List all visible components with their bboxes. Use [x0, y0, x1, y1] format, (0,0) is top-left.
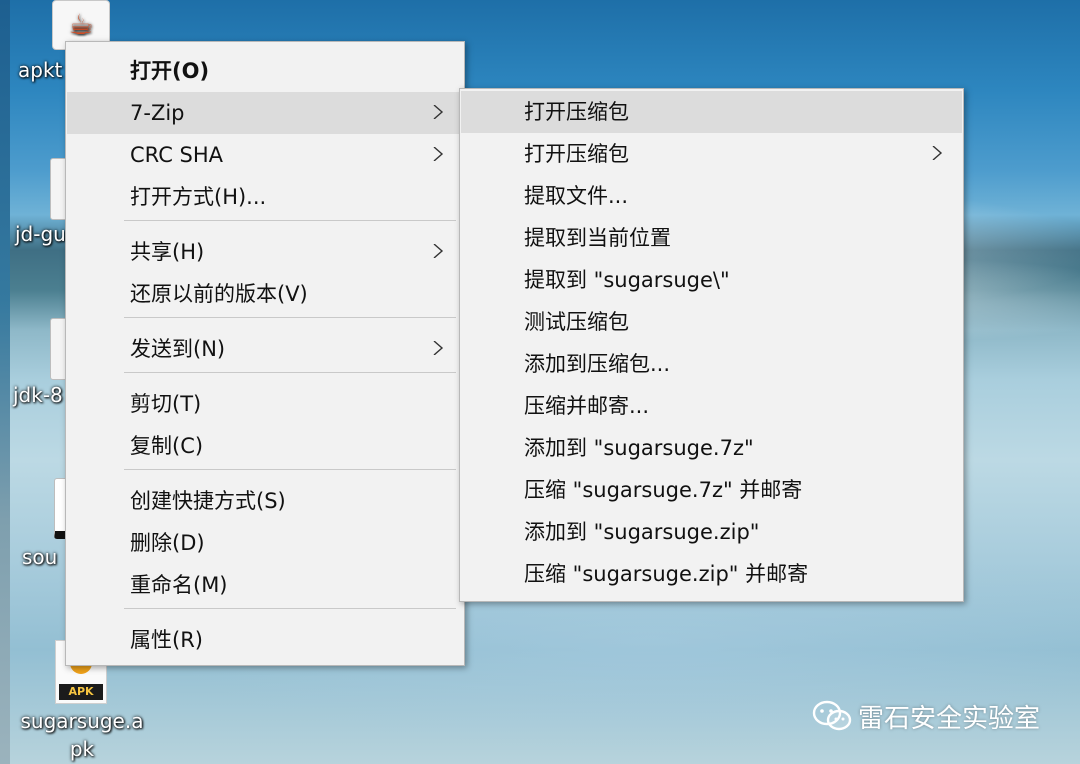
menu-item-create-shortcut[interactable]: 创建快捷方式(S)	[67, 480, 463, 522]
desktop-icon-label-jdk[interactable]: jdk-8	[13, 383, 63, 407]
menu-item-label: 重命名(M)	[130, 573, 228, 597]
menu-item-restore-versions[interactable]: 还原以前的版本(V)	[67, 273, 463, 315]
submenu-item-extract-files[interactable]: 提取文件...	[461, 175, 962, 217]
menu-item-label: 添加到压缩包...	[524, 352, 671, 376]
menu-item-7zip[interactable]: 7-Zip	[67, 92, 463, 134]
menu-item-label: 添加到 "sugarsuge.zip"	[524, 520, 760, 544]
menu-item-label: 属性(R)	[130, 628, 203, 652]
menu-item-label: 共享(H)	[130, 240, 205, 264]
menu-item-label: CRC SHA	[130, 143, 224, 167]
chevron-right-icon	[431, 147, 445, 161]
menu-item-open[interactable]: 打开(O)	[67, 50, 463, 92]
menu-item-delete[interactable]: 删除(D)	[67, 522, 463, 564]
chevron-right-icon	[431, 105, 445, 119]
submenu-item-extract-to-folder[interactable]: 提取到 "sugarsuge\"	[461, 259, 962, 301]
menu-item-label: 还原以前的版本(V)	[130, 282, 308, 306]
menu-item-label: 剪切(T)	[130, 392, 202, 416]
submenu-item-add-to-archive[interactable]: 添加到压缩包...	[461, 343, 962, 385]
context-menu: 打开(O) 7-Zip CRC SHA 打开方式(H)... 共享(H) 还原以…	[65, 41, 465, 666]
wechat-icon	[812, 700, 852, 731]
menu-separator	[124, 317, 456, 318]
submenu-item-compress-and-email[interactable]: 压缩并邮寄...	[461, 385, 962, 427]
menu-item-rename[interactable]: 重命名(M)	[67, 564, 463, 606]
menu-item-label: 打开方式(H)...	[130, 185, 267, 209]
menu-item-send-to[interactable]: 发送到(N)	[67, 328, 463, 370]
watermark-text: 雷石安全实验室	[858, 703, 1041, 734]
menu-item-label: 压缩 "sugarsuge.7z" 并邮寄	[524, 478, 803, 502]
submenu-item-extract-here[interactable]: 提取到当前位置	[461, 217, 962, 259]
menu-item-copy[interactable]: 复制(C)	[67, 425, 463, 467]
menu-item-cut[interactable]: 剪切(T)	[67, 383, 463, 425]
label-line-1: sugarsuge.a	[20, 709, 144, 733]
desktop-icon-label-sou[interactable]: sou	[22, 545, 57, 569]
menu-separator	[124, 220, 456, 221]
submenu-item-compress-7z-email[interactable]: 压缩 "sugarsuge.7z" 并邮寄	[461, 469, 962, 511]
apk-badge: APK	[59, 684, 103, 700]
submenu-item-compress-zip-email[interactable]: 压缩 "sugarsuge.zip" 并邮寄	[461, 553, 962, 595]
menu-item-label: 提取文件...	[524, 184, 629, 208]
menu-item-crc-sha[interactable]: CRC SHA	[67, 134, 463, 176]
chevron-right-icon	[431, 244, 445, 258]
menu-item-label: 压缩并邮寄...	[524, 394, 650, 418]
desktop-icon-label-apkt[interactable]: apkt	[18, 58, 62, 82]
desktop-icon-label-jd-gui[interactable]: jd-gu	[15, 222, 66, 246]
menu-item-label: 压缩 "sugarsuge.zip" 并邮寄	[524, 562, 809, 586]
menu-item-label: 删除(D)	[130, 531, 205, 555]
menu-separator	[124, 469, 456, 470]
label-line-2: pk	[69, 737, 95, 761]
window-edge-strip	[0, 0, 10, 764]
submenu-item-add-to-zip[interactable]: 添加到 "sugarsuge.zip"	[461, 511, 962, 553]
menu-item-label: 创建快捷方式(S)	[130, 489, 286, 513]
menu-separator	[124, 372, 456, 373]
watermark: 雷石安全实验室	[812, 696, 1040, 736]
menu-item-label: 提取到当前位置	[524, 226, 671, 250]
chevron-right-icon	[930, 146, 944, 160]
menu-item-label: 添加到 "sugarsuge.7z"	[524, 436, 754, 460]
submenu-item-open-archive[interactable]: 打开压缩包	[461, 91, 962, 133]
menu-item-label: 复制(C)	[130, 434, 204, 458]
menu-item-label: 打开压缩包	[524, 100, 629, 124]
menu-item-share[interactable]: 共享(H)	[67, 231, 463, 273]
submenu-item-test-archive[interactable]: 测试压缩包	[461, 301, 962, 343]
menu-item-label: 7-Zip	[130, 101, 185, 125]
menu-separator	[124, 608, 456, 609]
menu-item-label: 打开(O)	[130, 59, 210, 83]
7zip-submenu: 打开压缩包 打开压缩包 提取文件... 提取到当前位置 提取到 "sugarsu…	[459, 88, 964, 602]
submenu-item-add-to-7z[interactable]: 添加到 "sugarsuge.7z"	[461, 427, 962, 469]
desktop-icon-label-sugarsuge-apk[interactable]: sugarsuge.a pk	[16, 707, 148, 763]
submenu-item-open-archive-more[interactable]: 打开压缩包	[461, 133, 962, 175]
menu-item-label: 提取到 "sugarsuge\"	[524, 268, 730, 292]
menu-item-open-with[interactable]: 打开方式(H)...	[67, 176, 463, 218]
menu-item-properties[interactable]: 属性(R)	[67, 619, 463, 661]
chevron-right-icon	[431, 341, 445, 355]
menu-item-label: 测试压缩包	[524, 310, 629, 334]
menu-item-label: 打开压缩包	[524, 142, 629, 166]
menu-item-label: 发送到(N)	[130, 337, 226, 361]
